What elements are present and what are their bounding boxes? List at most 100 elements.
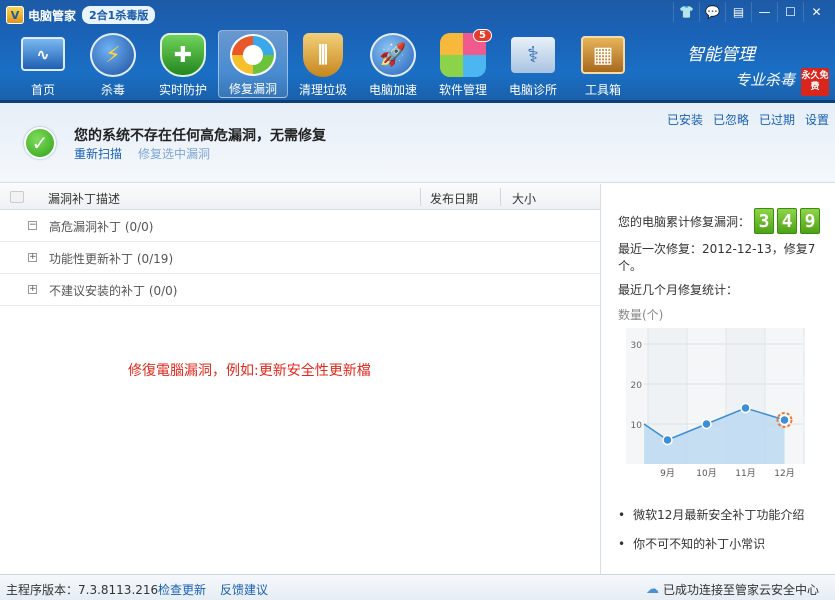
table-header: 漏洞补丁描述 发布日期 大小	[0, 184, 600, 210]
toolbox-icon: ▦	[581, 36, 625, 74]
y-tick-label: 30	[631, 341, 643, 351]
tool-label: 杀毒	[100, 83, 125, 97]
counter-digit: 4	[777, 208, 798, 234]
data-point	[779, 414, 790, 426]
tool-antivirus[interactable]: ⚡ 杀毒	[78, 30, 148, 98]
maximize-icon[interactable]: ☐	[777, 2, 803, 22]
tool-pc-clinic[interactable]: ⚕ 电脑诊所	[498, 30, 568, 98]
column-description[interactable]: 漏洞补丁描述	[48, 190, 120, 207]
update-count-badge: 5	[473, 29, 492, 42]
counter-digit: 9	[800, 208, 821, 234]
window-controls: 👕 💬 ▤ — ☐ ✕	[673, 2, 829, 22]
tool-clean-junk[interactable]: ⫼ 清理垃圾	[288, 30, 358, 98]
cloud-status: ☁ 已成功连接至管家云安全中心	[646, 581, 819, 598]
tool-repair-vulnerability[interactable]: 修复漏洞	[218, 30, 288, 98]
group-row-high-risk[interactable]: − 高危漏洞补丁 (0/0)	[0, 210, 600, 242]
history-links: 已安装 已忽略 已过期 设置	[667, 111, 829, 128]
select-all-checkbox[interactable]	[10, 191, 24, 203]
expired-link[interactable]: 已过期	[759, 111, 795, 128]
y-tick-label: 10	[631, 421, 643, 431]
tool-label: 工具箱	[584, 83, 621, 97]
counter-digit: 3	[754, 208, 775, 234]
group-label: 高危漏洞补丁 (0/0)	[49, 220, 154, 234]
tool-label: 首页	[30, 83, 55, 97]
slogan-line-1: 智能管理	[687, 45, 755, 65]
tool-realtime-protection[interactable]: ✚ 实时防护	[148, 30, 218, 98]
shirt-icon[interactable]: 👕	[673, 2, 699, 22]
patch-list-panel: 漏洞补丁描述 发布日期 大小 − 高危漏洞补丁 (0/0) + 功能性更新补丁 …	[0, 184, 601, 574]
stethoscope-icon: ⚕	[511, 37, 555, 73]
counter-digits: 3 4 9	[754, 208, 821, 234]
last-fix-info: 最近一次修复：2012-12-13，修复7个。	[618, 242, 816, 273]
collapse-toggle[interactable]: −	[28, 221, 37, 230]
column-release-date[interactable]: 发布日期	[430, 190, 478, 207]
slogan-line-2: 专业杀毒	[734, 71, 795, 89]
rocket-icon: 🚀	[370, 33, 416, 77]
tool-label: 修复漏洞	[228, 82, 277, 96]
repair-icon	[230, 34, 276, 76]
group-row-functional[interactable]: + 功能性更新补丁 (0/19)	[0, 242, 600, 274]
tool-label: 电脑加速	[368, 83, 417, 97]
expand-toggle[interactable]: +	[28, 253, 37, 262]
tool-speedup[interactable]: 🚀 电脑加速	[358, 30, 428, 98]
close-icon[interactable]: ✕	[803, 2, 829, 22]
chat-icon[interactable]: 💬	[699, 2, 725, 22]
column-separator	[500, 188, 501, 206]
group-row-not-recommended[interactable]: + 不建议安装的补丁 (0/0)	[0, 274, 600, 306]
cumulative-label: 您的电脑累计修复漏洞：	[618, 214, 751, 229]
status-message: 您的系统不存在任何高危漏洞，无需修复	[74, 128, 326, 144]
column-separator	[420, 188, 421, 206]
group-label: 功能性更新补丁 (0/19)	[49, 252, 174, 266]
expand-toggle[interactable]: +	[28, 285, 37, 294]
broom-icon: ⫼	[303, 33, 343, 77]
feedback-link[interactable]: 反馈建议	[220, 581, 268, 598]
repair-stats-panel: 您的电脑累计修复漏洞： 3 4 9 最近一次修复：2012-12-13，修复7个…	[602, 184, 835, 574]
rescan-link[interactable]: 重新扫描	[74, 145, 122, 162]
check-icon: ✓	[24, 127, 56, 159]
tool-label: 清理垃圾	[298, 83, 347, 97]
free-stamp: 永久免费	[801, 68, 829, 96]
tool-label: 软件管理	[438, 83, 487, 97]
caption-note: 修復電腦漏洞，例如:更新安全性更新檔	[128, 363, 371, 379]
slogan: 智能管理 专业杀毒	[687, 40, 795, 90]
app-name: 电脑管家	[28, 8, 77, 23]
fix-selected-link[interactable]: 修复选中漏洞	[138, 145, 210, 162]
x-tick-label: 12月	[774, 468, 794, 479]
y-tick-label: 20	[631, 381, 643, 391]
ignored-link[interactable]: 已忽略	[713, 111, 749, 128]
data-point	[662, 434, 673, 446]
menu-icon[interactable]: ▤	[725, 2, 751, 22]
data-point	[740, 402, 751, 414]
app-title: V 电脑管家 2合1杀毒版	[6, 6, 156, 24]
status-bar: 主程序版本：7.3.8113.216 检查更新 反馈建议 ☁ 已成功连接至管家云…	[0, 574, 835, 600]
tool-toolbox[interactable]: ▦ 工具箱	[568, 30, 638, 98]
logo-icon: V	[6, 6, 24, 24]
tip-link-dec-patches[interactable]: 微软12月最新安全补丁功能介绍	[618, 506, 804, 523]
x-tick-label: 11月	[735, 468, 755, 479]
tip-link-patch-basics[interactable]: 你不可不知的补丁小常识	[618, 535, 804, 552]
monthly-repairs-chart: 10 20 30 9月 10月 11月 12月	[626, 328, 805, 479]
stats-title: 最近几个月修复统计：	[618, 283, 739, 297]
monitor-icon: ∿	[21, 37, 65, 71]
tool-home[interactable]: ∿ 首页	[8, 30, 78, 98]
apps-icon: 5	[440, 29, 492, 77]
version-text: 主程序版本：7.3.8113.216	[6, 583, 159, 597]
banner-actions: 重新扫描 修复选中漏洞	[74, 145, 210, 162]
installed-link[interactable]: 已安装	[667, 111, 703, 128]
settings-link[interactable]: 设置	[805, 111, 829, 128]
edition-badge: 2合1杀毒版	[82, 6, 156, 24]
column-size[interactable]: 大小	[512, 190, 536, 207]
status-banner: ✓ 您的系统不存在任何高危漏洞，无需修复 重新扫描 修复选中漏洞 已安装 已忽略…	[0, 103, 835, 183]
cloud-icon: ☁	[645, 582, 659, 597]
minimize-icon[interactable]: —	[751, 2, 777, 22]
main-toolbar: ∿ 首页 ⚡ 杀毒 ✚ 实时防护 修复漏洞 ⫼ 清理垃圾 🚀 电脑加速 5 软件…	[8, 29, 638, 98]
tool-label: 实时防护	[158, 83, 207, 97]
tool-label: 电脑诊所	[508, 83, 557, 97]
cloud-status-text: 已成功连接至管家云安全中心	[662, 583, 819, 597]
data-point	[701, 418, 712, 430]
check-update-link[interactable]: 检查更新	[158, 581, 206, 598]
y-axis-label: 数量(个)	[618, 308, 664, 322]
tool-software-manager[interactable]: 5 软件管理	[428, 29, 498, 98]
lightning-icon: ⚡	[90, 33, 136, 77]
title-bar: V 电脑管家 2合1杀毒版 👕 💬 ▤ — ☐ ✕ ∿ 首页 ⚡ 杀毒 ✚ 实时…	[0, 0, 835, 103]
